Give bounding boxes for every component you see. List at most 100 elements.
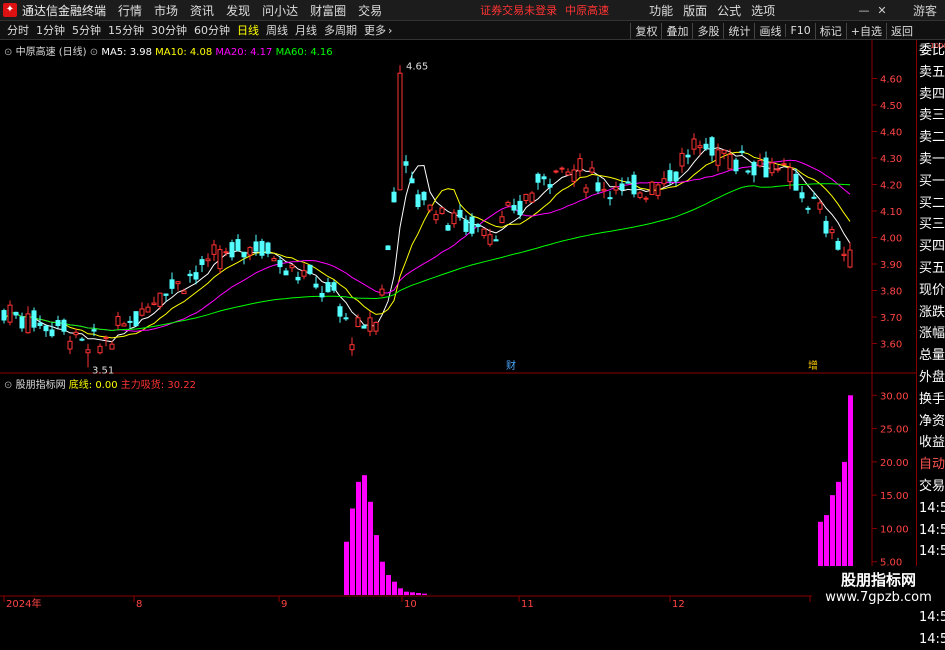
candle-body bbox=[847, 249, 853, 268]
overlay-button[interactable]: 叠加 bbox=[661, 22, 692, 39]
collapse-icon[interactable]: ⊙ bbox=[4, 380, 12, 391]
candle-body bbox=[259, 240, 265, 256]
chart-title: 中原高速 (日线) bbox=[15, 47, 87, 58]
quote-field-label: 收益 bbox=[919, 435, 945, 451]
multi-stock-button[interactable]: 多股 bbox=[692, 22, 723, 39]
candle-body bbox=[61, 319, 67, 332]
period-toolbar: 分时 1分钟 5分钟 15分钟 30分钟 60分钟 日线 周线 月线 多周期 更… bbox=[0, 21, 945, 40]
candle-body bbox=[283, 270, 289, 276]
y-tick-label: 3.80 bbox=[880, 287, 902, 298]
collapse-icon[interactable]: ⊙ bbox=[4, 47, 12, 58]
y-tick-label: 4.60 bbox=[880, 75, 902, 86]
period-tab-daily[interactable]: 日线 bbox=[237, 22, 259, 38]
guest-label[interactable]: 游客 bbox=[913, 2, 937, 19]
ma10-label: MA10: 4.08 bbox=[155, 47, 213, 58]
menu-item-layout[interactable]: 版面 bbox=[683, 2, 707, 19]
candlesticks[interactable] bbox=[1, 65, 853, 368]
menu-item-function[interactable]: 功能 bbox=[649, 2, 673, 19]
mark-button[interactable]: 标记 bbox=[814, 22, 846, 39]
candle-body bbox=[745, 170, 751, 173]
candle-body bbox=[613, 186, 619, 191]
candle-body bbox=[763, 157, 769, 178]
period-tab-more[interactable]: 更多 bbox=[364, 22, 386, 38]
period-tab-monthly[interactable]: 月线 bbox=[295, 22, 317, 38]
candle-body bbox=[169, 279, 175, 289]
statistics-button[interactable]: 统计 bbox=[723, 22, 754, 39]
candle-body bbox=[223, 251, 229, 254]
quote-field-label: 涨跌 bbox=[919, 304, 945, 320]
candle-body bbox=[751, 161, 757, 176]
candle-body bbox=[235, 239, 241, 251]
indicator-line1: 底线: 0.00 bbox=[68, 380, 118, 391]
close-icon[interactable]: ✕ bbox=[875, 4, 889, 17]
y-tick-label: 3.90 bbox=[880, 260, 902, 271]
kline-chart[interactable]: 4.60 4.50 4.40 4.30 4.20 4.10 4.00 3.90 3.80 3.70… bbox=[0, 40, 916, 609]
period-tab-intraday[interactable]: 分时 bbox=[7, 22, 29, 38]
candle-body bbox=[787, 167, 793, 183]
menu-item-options[interactable]: 选项 bbox=[751, 2, 775, 19]
candle-body bbox=[253, 241, 259, 252]
menu-item-wealth[interactable]: 财富圈 bbox=[310, 2, 346, 19]
candle-body bbox=[517, 200, 523, 216]
menu-item-trade[interactable]: 交易 bbox=[358, 2, 382, 19]
candle-body bbox=[823, 220, 829, 234]
x-tick-label: 10 bbox=[404, 599, 417, 609]
menu-item-quotes[interactable]: 行情 bbox=[118, 2, 142, 19]
candle-body bbox=[367, 317, 373, 332]
candle-body bbox=[7, 304, 13, 323]
period-tab-1min[interactable]: 1分钟 bbox=[36, 22, 65, 38]
candle-body bbox=[841, 253, 847, 256]
app-logo-icon: ✦ bbox=[3, 3, 17, 17]
period-tab-multi[interactable]: 多周期 bbox=[324, 22, 357, 38]
candle-body bbox=[403, 161, 409, 166]
y-tick-label: 10.00 bbox=[880, 524, 909, 535]
watermark-title: 股朋指标网 bbox=[840, 571, 916, 589]
menu-item-formula[interactable]: 公式 bbox=[717, 2, 741, 19]
quote-field-label: 买三 bbox=[919, 217, 945, 233]
menu-item-market[interactable]: 市场 bbox=[154, 2, 178, 19]
y-tick-label: 4.00 bbox=[880, 234, 902, 245]
period-tab-60min[interactable]: 60分钟 bbox=[194, 22, 230, 38]
candle-body bbox=[679, 152, 685, 167]
candle-body bbox=[103, 337, 109, 340]
candle-body bbox=[67, 340, 73, 350]
event-marker-add: 增 bbox=[808, 359, 818, 372]
ma5-label: MA5: 3.98 bbox=[101, 47, 152, 58]
period-tab-weekly[interactable]: 周线 bbox=[266, 22, 288, 38]
candle-body bbox=[217, 249, 223, 270]
collapse-icon[interactable]: ⊙ bbox=[90, 47, 98, 58]
indicator-bar bbox=[368, 501, 373, 595]
quote-field-label: 外盘 bbox=[919, 369, 945, 385]
period-tab-15min[interactable]: 15分钟 bbox=[108, 22, 144, 38]
y-tick-label: 4.20 bbox=[880, 181, 902, 192]
candle-body bbox=[619, 183, 625, 191]
period-tab-30min[interactable]: 30分钟 bbox=[151, 22, 187, 38]
candle-body bbox=[739, 150, 745, 153]
minimize-icon[interactable]: — bbox=[857, 4, 871, 17]
chevron-right-icon[interactable]: › bbox=[388, 24, 392, 37]
app-title: 通达信金融终端 bbox=[22, 3, 107, 18]
add-watchlist-button[interactable]: +自选 bbox=[845, 22, 886, 39]
candle-body bbox=[181, 290, 187, 295]
x-tick-label: 2024年 bbox=[6, 597, 41, 609]
menu-item-news[interactable]: 资讯 bbox=[190, 2, 214, 19]
x-tick-label: 9 bbox=[281, 599, 287, 609]
draw-line-button[interactable]: 画线 bbox=[754, 22, 785, 39]
stock-name-header: 中原高速 bbox=[565, 4, 610, 17]
f10-button[interactable]: F10 bbox=[785, 24, 814, 37]
candle-body bbox=[835, 240, 841, 250]
menu-item-discover[interactable]: 发现 bbox=[226, 2, 250, 19]
adjust-button[interactable]: 复权 bbox=[630, 22, 661, 39]
candle-body bbox=[19, 316, 25, 329]
menu-bar: ✦ 通达信金融终端 行情 市场 资讯 发现 问小达 财富圈 交易 证券交易未登录… bbox=[0, 0, 945, 21]
main-legend: ⊙ 中原高速 (日线) ⊙ MA5: 3.98 MA10: 4.08 MA20:… bbox=[4, 43, 333, 58]
period-tab-5min[interactable]: 5分钟 bbox=[72, 22, 101, 38]
indicator-bar bbox=[398, 588, 403, 595]
quote-field-label: 14:56 bbox=[919, 609, 945, 625]
indicator-bars[interactable] bbox=[344, 395, 853, 595]
menu-item-ask[interactable]: 问小达 bbox=[262, 2, 298, 19]
login-status[interactable]: 证券交易未登录 bbox=[480, 2, 557, 18]
back-button[interactable]: 返回 bbox=[886, 22, 917, 39]
indicator-bar bbox=[422, 593, 427, 595]
candle-body bbox=[571, 169, 577, 182]
